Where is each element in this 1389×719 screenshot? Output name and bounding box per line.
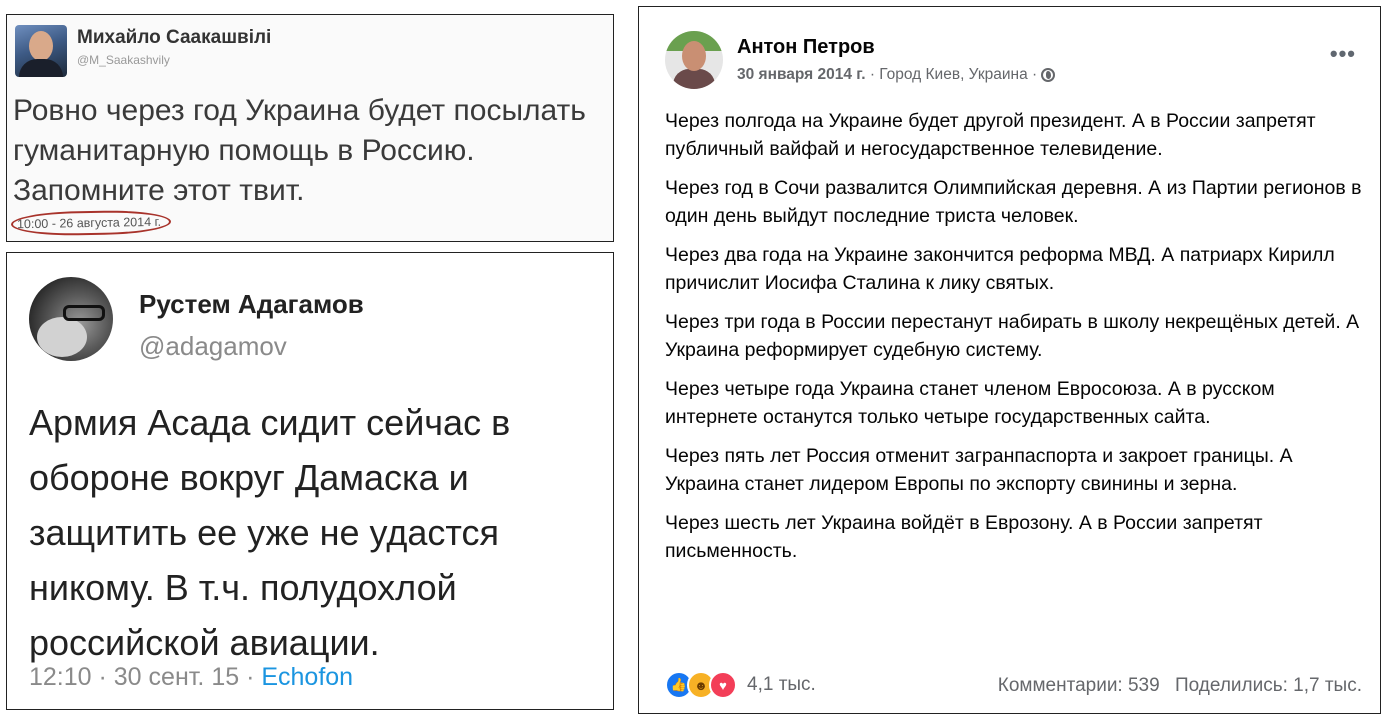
post-text: Через полгода на Украине будет другой пр…: [665, 107, 1371, 576]
avatar-head: [682, 41, 706, 71]
author-handle[interactable]: @M_Saakashvily: [77, 53, 170, 67]
tweet-text: Армия Асада сидит сейчас в обороне вокру…: [29, 402, 511, 663]
meta-separator: ·: [91, 663, 114, 691]
post-paragraph: Через два года на Украине закончится реф…: [665, 244, 1335, 294]
tweet-meta: 12:10 · 30 сент. 15 · Echofon: [29, 663, 353, 692]
avatar[interactable]: [665, 31, 723, 89]
meta-separator: ·: [865, 66, 880, 83]
avatar-glasses: [63, 305, 105, 321]
love-icon: ♥: [709, 671, 737, 699]
avatar-suit: [19, 59, 63, 77]
reactions-summary[interactable]: 👍 ☻ ♥ 4,1 тыс.: [665, 670, 816, 700]
avatar[interactable]: [15, 25, 67, 77]
post-paragraph: Через шесть лет Украина войдёт в Еврозон…: [665, 512, 1263, 562]
avatar[interactable]: [29, 277, 113, 361]
author-name[interactable]: Михайло Саакашвілі: [77, 27, 271, 49]
post-stats: Комментарии: 539 Поделились: 1,7 тыс.: [998, 675, 1362, 697]
facebook-post: Антон Петров 30 января 2014 г. · Город К…: [638, 6, 1381, 714]
post-paragraph: Через три года в России перестанут набир…: [665, 311, 1360, 361]
post-meta: 30 января 2014 г. · Город Киев, Украина …: [737, 66, 1056, 84]
comments-count-link[interactable]: Комментарии: 539: [998, 675, 1160, 696]
tweet-saakashvili: Михайло Саакашвілі @M_Saakashvily Ровно …: [6, 14, 614, 242]
meta-separator: ·: [239, 663, 262, 691]
author-handle[interactable]: @adagamov: [139, 331, 287, 362]
tweet-date[interactable]: 30 сент. 15: [114, 663, 239, 691]
post-paragraph: Через пять лет Россия отменит загранпасп…: [665, 445, 1293, 495]
tweet-timestamp[interactable]: 10:00 - 26 августа 2014 г.: [10, 209, 172, 237]
tweet-adagamov: Рустем Адагамов @adagamov Армия Асада си…: [6, 252, 614, 710]
post-paragraph: Через четыре года Украина станет членом …: [665, 378, 1275, 428]
reaction-count: 4,1 тыс.: [747, 674, 816, 695]
post-date[interactable]: 30 января 2014 г.: [737, 66, 866, 83]
avatar-face: [29, 31, 53, 61]
post-paragraph: Через год в Сочи развалится Олимпийская …: [665, 177, 1362, 227]
meta-separator: ·: [1027, 66, 1042, 83]
more-options-button[interactable]: •••: [1330, 41, 1356, 67]
globe-icon[interactable]: [1041, 68, 1056, 82]
post-location[interactable]: Город Киев, Украина: [879, 66, 1027, 83]
shares-count-link[interactable]: Поделились: 1,7 тыс.: [1175, 675, 1362, 696]
author-name[interactable]: Антон Петров: [737, 36, 875, 59]
tweet-client-link[interactable]: Echofon: [261, 663, 353, 691]
avatar-hand: [37, 317, 87, 357]
avatar-body: [673, 69, 715, 89]
post-paragraph: Через полгода на Украине будет другой пр…: [665, 110, 1316, 160]
author-name[interactable]: Рустем Адагамов: [139, 289, 364, 320]
tweet-text: Ровно через год Украина будет посылать г…: [13, 94, 586, 207]
tweet-time[interactable]: 12:10: [29, 663, 92, 691]
